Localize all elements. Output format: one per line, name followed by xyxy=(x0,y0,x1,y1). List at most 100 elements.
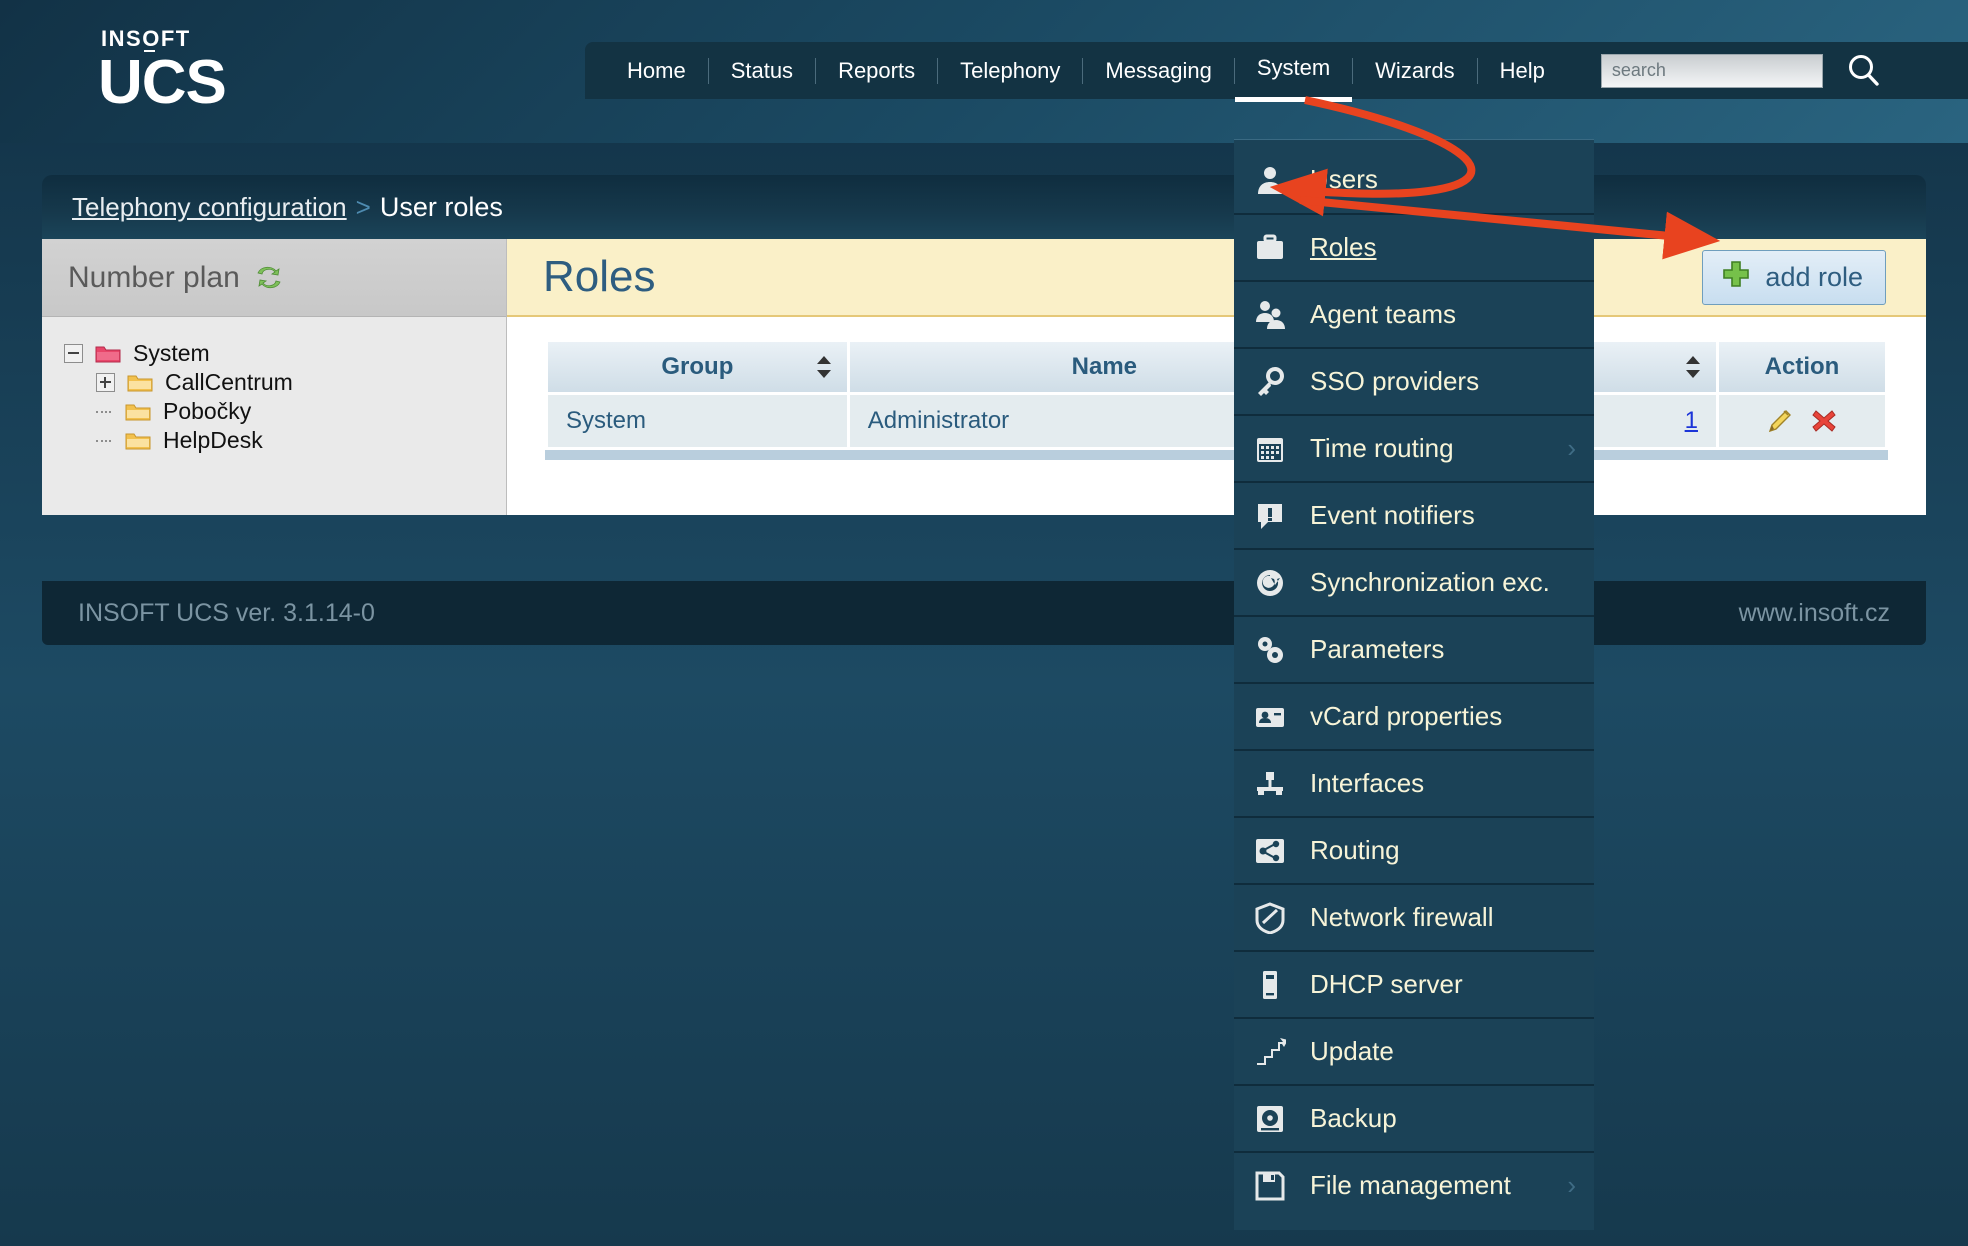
menu-item-label: Update xyxy=(1310,1036,1394,1066)
users-count-link[interactable]: 1 xyxy=(1685,407,1698,434)
brand-logo-big: UCS xyxy=(98,48,227,117)
column-header-name-label: Name xyxy=(1071,353,1138,380)
folder-icon xyxy=(127,372,153,393)
tree-node-label[interactable]: Pobočky xyxy=(163,398,251,425)
sidebar-header: Number plan xyxy=(42,239,506,317)
tree-toggle-plus-icon[interactable] xyxy=(96,373,115,392)
floppy-icon xyxy=(1252,1168,1288,1204)
nav-item-telephony[interactable]: Telephony xyxy=(938,42,1082,100)
column-header-action-label: Action xyxy=(1764,353,1840,380)
nav-item-reports[interactable]: Reports xyxy=(816,42,937,100)
menu-item-label: Interfaces xyxy=(1310,768,1425,798)
chevron-right-icon: › xyxy=(1567,433,1576,463)
add-role-label: add role xyxy=(1765,261,1863,292)
nav-item-help[interactable]: Help xyxy=(1478,42,1567,100)
users-group-icon xyxy=(1252,297,1288,333)
breadcrumb-link-telephony-configuration[interactable]: Telephony configuration xyxy=(72,192,347,223)
tree-node-label[interactable]: System xyxy=(133,340,210,367)
content-title-bar: Roles add role xyxy=(507,239,1926,317)
menu-item-label: Routing xyxy=(1310,835,1400,865)
search-input[interactable] xyxy=(1600,53,1823,88)
menu-item-routing[interactable]: Routing xyxy=(1234,816,1594,883)
menu-item-label: DHCP server xyxy=(1310,969,1463,999)
menu-item-dhcp-server[interactable]: DHCP server xyxy=(1234,950,1594,1017)
column-header-group-label: Group xyxy=(661,353,734,380)
calendar-icon xyxy=(1252,431,1288,467)
nav-item-status[interactable]: Status xyxy=(709,42,815,100)
tree-toggle-minus-icon[interactable] xyxy=(64,344,83,363)
menu-item-label: SSO providers xyxy=(1310,366,1480,396)
tree-node-callcentrum[interactable]: CallCentrum xyxy=(64,368,506,397)
menu-item-interfaces[interactable]: Interfaces xyxy=(1234,749,1594,816)
menu-item-update[interactable]: Update xyxy=(1234,1017,1594,1084)
add-role-button[interactable]: add role xyxy=(1702,249,1886,305)
sync-circle-icon xyxy=(1252,565,1288,601)
nav-item-home[interactable]: Home xyxy=(605,42,708,100)
search-icon[interactable] xyxy=(1843,50,1885,92)
menu-item-vcard-properties[interactable]: vCard properties xyxy=(1234,682,1594,749)
main-navigation: Home Status Reports Telephony Messaging … xyxy=(585,39,1968,102)
sidebar: Number plan System CallCentrum Pobočky H… xyxy=(42,239,507,515)
table-footer-bar xyxy=(545,450,1888,460)
tree-node-pobocky[interactable]: Pobočky xyxy=(64,397,506,426)
menu-item-label: Synchronization exc. xyxy=(1310,567,1550,597)
plus-icon xyxy=(1721,259,1751,296)
menu-item-label: File management xyxy=(1310,1170,1511,1200)
menu-item-sso-providers[interactable]: SSO providers xyxy=(1234,347,1594,414)
nav-item-system[interactable]: System xyxy=(1234,39,1353,102)
menu-item-file-management[interactable]: File management › xyxy=(1234,1151,1594,1218)
tree-node-label[interactable]: CallCentrum xyxy=(165,369,293,396)
cell-group: System xyxy=(548,395,847,447)
sort-arrows-icon[interactable] xyxy=(816,355,831,379)
backup-disc-icon xyxy=(1252,1101,1288,1137)
server-icon xyxy=(1252,967,1288,1003)
version-label: INSOFT UCS ver. 3.1.14-0 xyxy=(78,598,375,627)
menu-item-time-routing[interactable]: Time routing › xyxy=(1234,414,1594,481)
search-area xyxy=(1600,50,1885,92)
folder-icon xyxy=(125,401,151,422)
interfaces-icon xyxy=(1252,766,1288,802)
page-title: Roles xyxy=(543,252,656,301)
column-header-action: Action xyxy=(1718,342,1885,392)
menu-item-roles[interactable]: Roles xyxy=(1234,213,1594,280)
menu-item-users[interactable]: Users xyxy=(1234,146,1594,213)
vcard-icon xyxy=(1252,699,1288,735)
table-row[interactable]: System Administrator 1 xyxy=(548,395,1885,447)
gears-icon xyxy=(1252,632,1288,668)
key-icon xyxy=(1252,364,1288,400)
main-content: Roles add role Group Name Action System … xyxy=(507,239,1926,515)
table-header-row: Group Name Users Action xyxy=(548,342,1885,392)
menu-item-event-notifiers[interactable]: Event notifiers xyxy=(1234,481,1594,548)
menu-item-parameters[interactable]: Parameters xyxy=(1234,615,1594,682)
tree-node-label[interactable]: HelpDesk xyxy=(163,427,263,454)
menu-item-agent-teams[interactable]: Agent teams xyxy=(1234,280,1594,347)
alert-bubble-icon xyxy=(1252,498,1288,534)
nav-item-wizards[interactable]: Wizards xyxy=(1353,42,1476,100)
nav-item-messaging[interactable]: Messaging xyxy=(1083,42,1233,100)
menu-item-label: Agent teams xyxy=(1310,299,1456,329)
tree-connector-icon xyxy=(96,432,113,449)
menu-item-label: Backup xyxy=(1310,1103,1397,1133)
menu-item-label: Roles xyxy=(1310,232,1377,262)
column-header-group[interactable]: Group xyxy=(548,342,847,392)
content-row: Number plan System CallCentrum Pobočky H… xyxy=(42,239,1926,515)
tree-connector-icon xyxy=(96,403,113,420)
routing-nodes-icon xyxy=(1252,833,1288,869)
breadcrumb: Telephony configuration > User roles xyxy=(42,175,1926,239)
page-panel: Telephony configuration > User roles Num… xyxy=(42,175,1926,515)
delete-x-icon[interactable] xyxy=(1809,406,1839,436)
breadcrumb-current-page: User roles xyxy=(379,191,503,222)
menu-item-label: Network firewall xyxy=(1310,902,1494,932)
refresh-icon[interactable] xyxy=(254,265,284,291)
brand-logo: INSOFT UCS xyxy=(98,28,278,117)
shield-icon xyxy=(1252,900,1288,936)
stairs-update-icon xyxy=(1252,1034,1288,1070)
tree-node-system[interactable]: System xyxy=(64,339,506,368)
sort-arrows-icon[interactable] xyxy=(1685,355,1700,379)
briefcase-icon xyxy=(1252,230,1288,266)
tree-node-helpdesk[interactable]: HelpDesk xyxy=(64,426,506,455)
menu-item-backup[interactable]: Backup xyxy=(1234,1084,1594,1151)
pencil-icon[interactable] xyxy=(1765,406,1795,436)
menu-item-synchronization-exc[interactable]: Synchronization exc. xyxy=(1234,548,1594,615)
menu-item-network-firewall[interactable]: Network firewall xyxy=(1234,883,1594,950)
